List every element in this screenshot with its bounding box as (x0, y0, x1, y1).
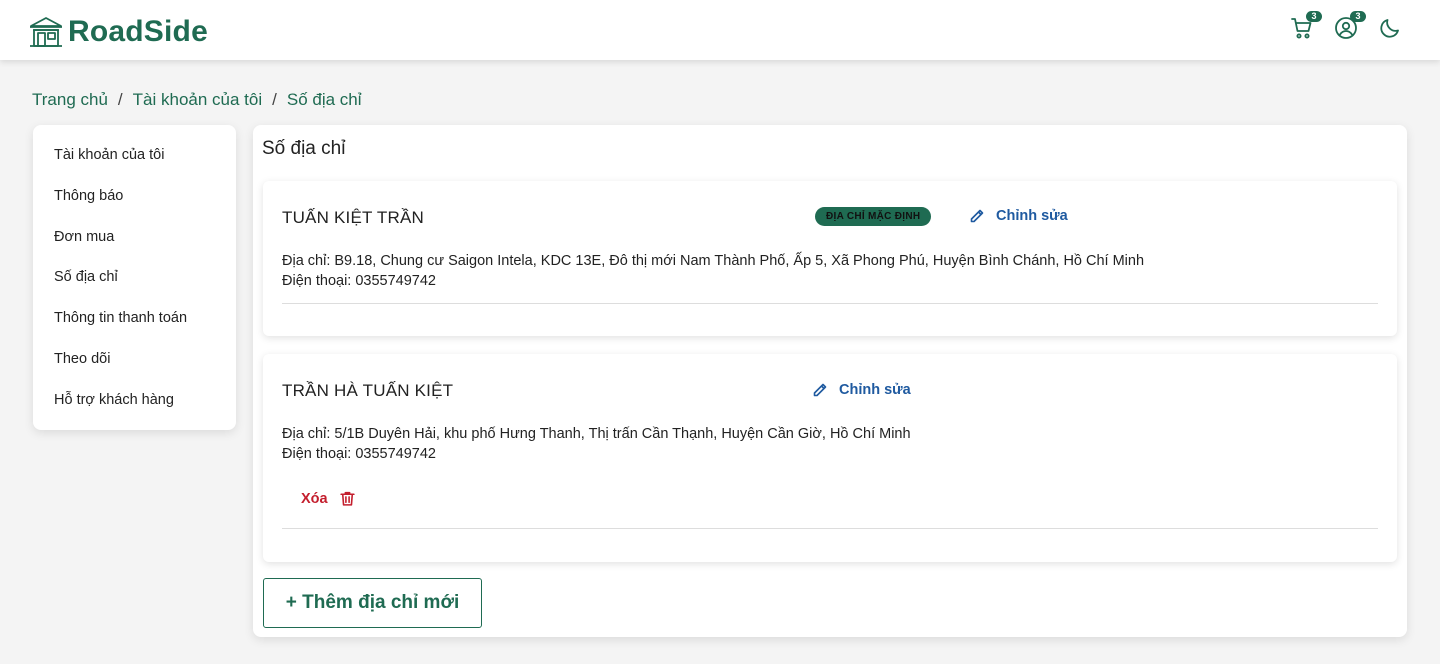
pencil-icon (813, 383, 827, 397)
recipient-name: TUẤN KIỆT TRẦN (282, 208, 424, 227)
delete-address-button[interactable]: Xóa (301, 490, 356, 507)
sidebar-item-payment-info[interactable]: Thông tin thanh toán (54, 310, 187, 326)
sidebar-item-orders[interactable]: Đơn mua (54, 229, 114, 245)
trash-icon (339, 491, 355, 506)
sidebar-item-customer-support[interactable]: Hỗ trợ khách hàng (54, 392, 174, 408)
phone-text: Điện thoại: 0355749742 (282, 446, 436, 462)
edit-label: Chỉnh sửa (839, 382, 911, 398)
default-address-badge: ĐỊA CHỈ MẶC ĐỊNH (815, 207, 932, 226)
brand-logo[interactable]: RoadSide (28, 12, 208, 52)
card-divider (282, 303, 1378, 304)
moon-icon (1378, 16, 1402, 40)
account-sidebar: Tài khoản của tôi Thông báo Đơn mua Số đ… (33, 125, 236, 430)
breadcrumb-home[interactable]: Trang chủ (32, 90, 108, 110)
breadcrumb-separator: / (272, 90, 277, 109)
breadcrumb-account[interactable]: Tài khoản của tôi (133, 90, 262, 110)
brand-name: RoadSide (68, 15, 208, 48)
breadcrumb: Trang chủ / Tài khoản của tôi / Số địa c… (32, 90, 362, 110)
sidebar-item-following[interactable]: Theo dõi (54, 351, 110, 367)
account-notification-badge: 3 (1350, 11, 1366, 22)
address-card: TUẤN KIỆT TRẦN ĐỊA CHỈ MẶC ĐỊNH Chỉnh sử… (263, 181, 1397, 336)
add-new-address-button[interactable]: + Thêm địa chỉ mới (263, 578, 482, 628)
storefront-icon (28, 14, 64, 50)
edit-address-button[interactable]: Chỉnh sửa (969, 208, 1068, 224)
edit-address-button[interactable]: Chỉnh sửa (812, 382, 911, 398)
address-book-panel: Số địa chỉ TUẤN KIỆT TRẦN ĐỊA CHỈ MẶC ĐỊ… (253, 125, 1407, 637)
address-text: Địa chỉ: 5/1B Duyên Hải, khu phố Hưng Th… (282, 426, 911, 442)
sidebar-item-my-account[interactable]: Tài khoản của tôi (54, 147, 164, 163)
card-divider (282, 528, 1378, 529)
account-button[interactable]: 3 (1334, 11, 1366, 40)
delete-label: Xóa (301, 490, 328, 507)
cart-count-badge: 3 (1306, 11, 1322, 22)
recipient-name: TRẦN HÀ TUẤN KIỆT (282, 381, 454, 400)
breadcrumb-separator: / (117, 90, 123, 109)
address-card: TRẦN HÀ TUẤN KIỆT Chỉnh sửa Địa chỉ: 5/1… (263, 354, 1397, 562)
breadcrumb-address-book[interactable]: Số địa chỉ (287, 90, 362, 110)
pencil-icon (970, 209, 984, 223)
sidebar-item-address-book[interactable]: Số địa chỉ (54, 269, 118, 285)
page-title: Số địa chỉ (262, 138, 346, 159)
edit-label: Chỉnh sửa (996, 208, 1068, 224)
cart-button[interactable]: 3 (1290, 11, 1322, 40)
theme-toggle-button[interactable] (1378, 16, 1402, 40)
sidebar-item-notifications[interactable]: Thông báo (54, 188, 123, 204)
address-text: Địa chỉ: B9.18, Chung cư Saigon Intela, … (282, 253, 1145, 269)
top-header: RoadSide 3 3 (0, 0, 1440, 60)
phone-text: Điện thoại: 0355749742 (282, 273, 436, 289)
